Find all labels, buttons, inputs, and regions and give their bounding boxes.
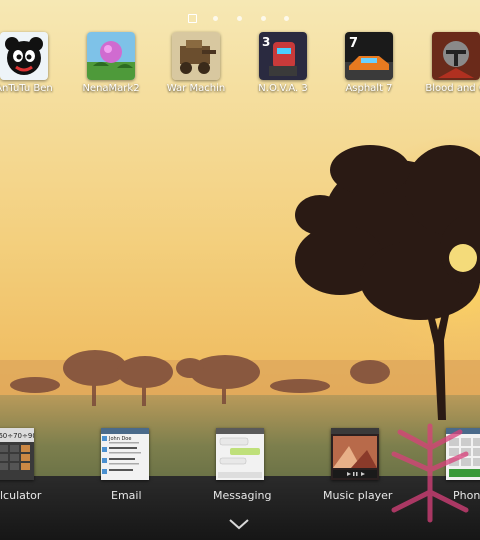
recent-label-email[interactable]: Email (111, 489, 142, 502)
blood-and-glory-icon (432, 32, 480, 80)
recent-thumb-email[interactable]: John Doe (101, 428, 149, 480)
watermark-logo (391, 423, 469, 523)
nova3-icon: 3 (259, 32, 307, 80)
nenamark-icon (87, 32, 135, 80)
app-nenamark2[interactable]: NenaMark2 (66, 32, 156, 102)
page-dot-5[interactable] (284, 16, 289, 21)
page-dot-1[interactable] (188, 14, 197, 23)
app-nova3[interactable]: 3 N.O.V.A. 3 (238, 32, 328, 102)
chevron-down-icon[interactable] (228, 518, 250, 530)
recent-label-music-player[interactable]: Music player (323, 489, 392, 502)
recent-thumb-messaging[interactable] (216, 428, 264, 480)
recent-thumb-calculator[interactable]: 0÷60÷70÷90 (0, 428, 34, 480)
recent-thumb-music-player[interactable] (331, 428, 379, 480)
calculator-thumb-display: 0÷60÷70÷90 (0, 432, 34, 440)
page-dot-2[interactable] (213, 16, 218, 21)
svg-text:7: 7 (349, 36, 358, 51)
app-antutu[interactable]: AnTuTu Ben (0, 32, 69, 102)
svg-text:3: 3 (262, 35, 270, 49)
app-label: NenaMark2 (82, 83, 140, 94)
app-label: Blood and G (425, 83, 480, 94)
page-dot-3[interactable] (237, 16, 242, 21)
email-thumb-sender: John Doe (108, 436, 131, 442)
asphalt7-icon: 7 (345, 32, 393, 80)
app-blood-and-glory[interactable]: Blood and G (411, 32, 480, 102)
app-label: War Machin (166, 83, 226, 94)
app-asphalt7[interactable]: 7 Asphalt 7 (324, 32, 414, 102)
app-war-machine[interactable]: War Machin (151, 32, 241, 102)
war-machine-icon (172, 32, 220, 80)
antutu-icon (0, 32, 48, 80)
app-label: AnTuTu Ben (0, 83, 53, 94)
app-label: Asphalt 7 (345, 83, 393, 94)
page-indicator[interactable] (0, 14, 480, 24)
recent-label-messaging[interactable]: Messaging (213, 489, 271, 502)
recent-label-calculator[interactable]: lculator (0, 489, 41, 502)
app-label: N.O.V.A. 3 (258, 83, 308, 94)
page-dot-4[interactable] (261, 16, 266, 21)
